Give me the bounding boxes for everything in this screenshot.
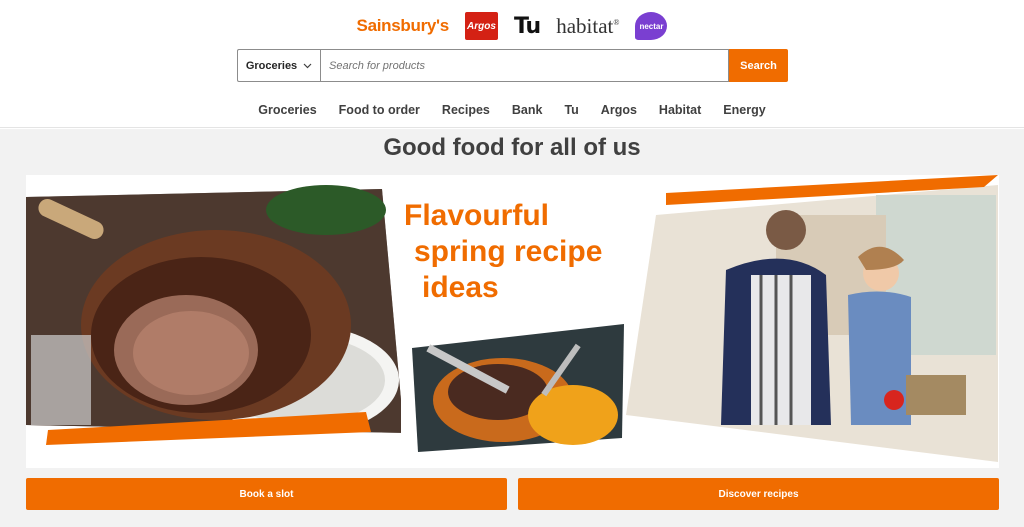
nav-item-energy[interactable]: Energy (712, 103, 776, 117)
main-nav: Groceries Food to order Recipes Bank Tu … (0, 103, 1024, 117)
registered-icon: ® (613, 17, 620, 27)
search-bar: Groceries Search (237, 49, 788, 82)
banner-actions: Book a slot Discover recipes (26, 478, 999, 510)
discover-recipes-button[interactable]: Discover recipes (518, 478, 999, 510)
family-cooking-image (626, 175, 998, 462)
roast-lamb-image (26, 185, 401, 445)
nav-item-bank[interactable]: Bank (501, 103, 554, 117)
site-header: Sainsbury's Argos Tu habitat® nectar Gro… (0, 0, 1024, 128)
chevron-down-icon (303, 61, 312, 71)
nav-item-argos[interactable]: Argos (590, 103, 648, 117)
sainsburys-logo[interactable]: Sainsbury's (357, 16, 450, 36)
brand-bar: Sainsbury's Argos Tu habitat® nectar (0, 10, 1024, 42)
search-input[interactable] (320, 49, 729, 82)
main-content: Good food for all of us Flavourful sprin… (0, 129, 1024, 527)
tu-logo[interactable]: Tu (514, 14, 541, 39)
nav-item-groceries[interactable]: Groceries (247, 103, 327, 117)
headline-line-2: spring recipe (414, 235, 603, 268)
department-select-value: Groceries (245, 59, 298, 72)
search-button[interactable]: Search (729, 49, 788, 82)
book-slot-button[interactable]: Book a slot (26, 478, 507, 510)
nectar-logo[interactable]: nectar (635, 12, 668, 40)
nav-item-tu[interactable]: Tu (553, 103, 589, 117)
recipe-banner[interactable]: Flavourful spring recipe ideas (26, 175, 999, 468)
banner-headline: Flavourful spring recipe ideas (404, 198, 602, 306)
headline-line-3: ideas (422, 271, 499, 304)
nav-item-recipes[interactable]: Recipes (431, 103, 501, 117)
department-select[interactable]: Groceries (237, 49, 320, 82)
habitat-logo-text: habitat (556, 13, 614, 38)
nav-item-food-to-order[interactable]: Food to order (328, 103, 431, 117)
habitat-logo[interactable]: habitat® (556, 14, 619, 39)
page-title: Good food for all of us (383, 134, 641, 161)
argos-logo[interactable]: Argos (464, 12, 498, 40)
stuffed-squash-image (412, 324, 624, 452)
headline-line-1: Flavourful (404, 199, 550, 232)
nav-item-habitat[interactable]: Habitat (648, 103, 712, 117)
